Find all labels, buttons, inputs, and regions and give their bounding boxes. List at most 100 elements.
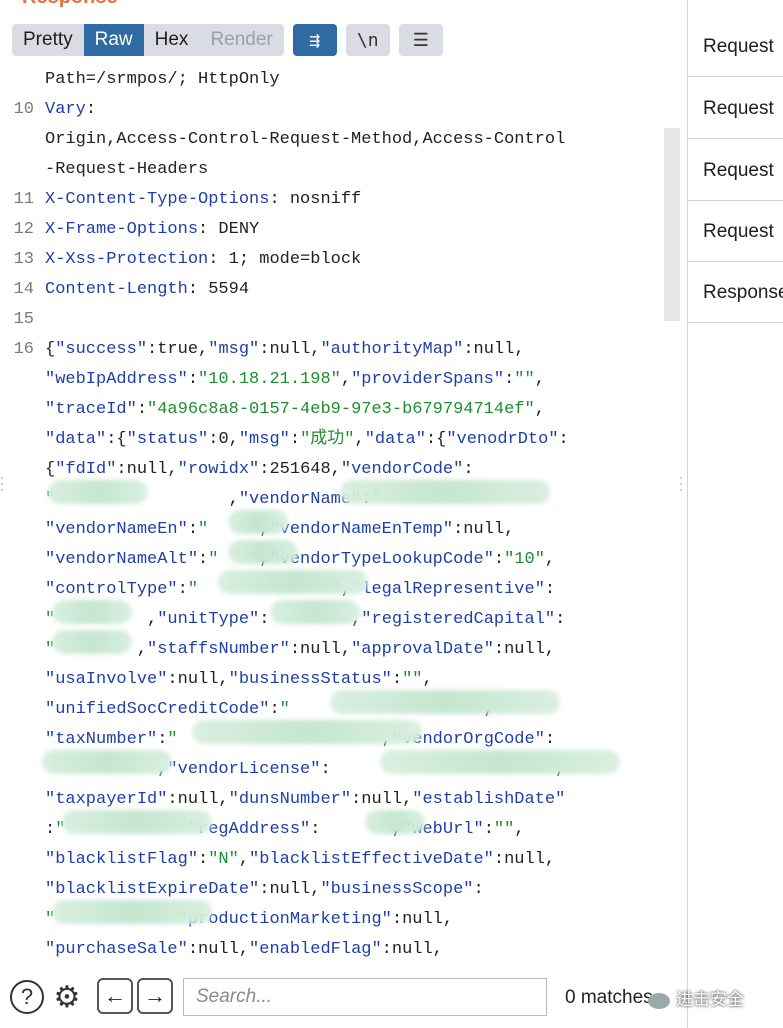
left-resize-grip-icon[interactable]: · · · (0, 471, 6, 496)
json-punct: :null, (259, 340, 321, 359)
redaction-blur (52, 630, 132, 654)
json-value: "10.18.21.198" (198, 370, 341, 389)
redaction-blur (52, 900, 212, 924)
search-settings-button[interactable]: ⚙ (50, 980, 84, 1014)
json-key: "taxNumber" (45, 730, 158, 749)
wrap-lines-button[interactable]: ⇶ (292, 24, 337, 56)
line-text: X-Content-Type-Options: nosniff (45, 185, 361, 215)
json-key: "unifiedSocCreditCode" (45, 700, 270, 719)
right-resize-grip-icon[interactable]: · · · (679, 471, 685, 496)
header-value: : 5594 (187, 280, 250, 299)
line-number: 15 (13, 310, 34, 329)
sidebar-item-request-4[interactable]: Request (688, 201, 783, 262)
json-value: "成功" (300, 430, 355, 449)
json-key: "venodrDto" (446, 430, 559, 449)
tab-pretty[interactable]: Pretty (12, 24, 84, 56)
json-punct: :null, (463, 340, 525, 359)
json-key: "providerSpans" (351, 370, 505, 389)
json-key: "approvalDate" (351, 640, 494, 659)
json-punct: , (340, 370, 352, 389)
json-value: " (167, 730, 178, 749)
header-value: : nosniff (269, 190, 362, 209)
json-value: "4a96c8a8-0157-4eb9-97e3-b679794714ef" (147, 400, 535, 419)
header-value: : (85, 100, 97, 119)
header-value: : DENY (198, 220, 260, 239)
tab-hex[interactable]: Hex (144, 24, 200, 56)
previous-match-button[interactable]: ← (97, 978, 133, 1014)
json-punct: : (198, 850, 209, 869)
search-bar: ? ⚙ ← → 0 matches (0, 974, 687, 1028)
json-punct: : (136, 400, 148, 419)
json-value: "" (402, 670, 423, 689)
json-key: "authorityMap" (320, 340, 464, 359)
json-key: "status" (126, 430, 209, 449)
sidebar-item-label: Request (703, 98, 774, 119)
response-body[interactable]: Path=/srmpos/; HttpOnly 10 Vary: Origin,Acc… (0, 64, 662, 970)
newline-icon: \n (356, 29, 379, 51)
json-punct: :null, (453, 520, 515, 539)
json-punct: :null, (187, 940, 250, 959)
json-punct: , (147, 610, 158, 629)
redaction-blur (270, 600, 360, 624)
json-punct: :0, (208, 430, 239, 449)
code-line: "webIpAddress":"10.18.21.198","providerS… (0, 365, 662, 395)
json-punct: : (187, 370, 199, 389)
json-punct: : (558, 430, 569, 449)
tab-raw[interactable]: Raw (83, 24, 144, 56)
view-mode-switch: Pretty Raw Hex Render (12, 24, 284, 56)
code-line: "data":{"status":0,"msg":"成功","data":{"v… (0, 425, 662, 455)
line-text: Path=/srmpos/; HttpOnly (45, 65, 280, 95)
json-punct: : (473, 880, 484, 899)
json-punct: :{ (106, 430, 127, 449)
sidebar-item-request-2[interactable]: Request (688, 78, 783, 139)
search-field[interactable] (183, 978, 547, 1016)
json-punct: :null, (116, 460, 178, 479)
tab-render[interactable]: Render (199, 24, 283, 56)
json-punct: :null, (381, 940, 443, 959)
sidebar-item-request-1[interactable]: Request (688, 16, 783, 77)
json-key: "dunsNumber" (228, 790, 352, 809)
json-punct: , (514, 820, 525, 839)
json-punct: :null, (289, 640, 352, 659)
options-menu-button[interactable]: ☰ (398, 24, 443, 56)
line-number: 16 (13, 340, 34, 359)
json-punct: :true, (147, 340, 209, 359)
search-input[interactable] (184, 979, 546, 1015)
sidebar-item-label: Response (703, 282, 783, 303)
wechat-logo-icon (648, 992, 670, 1009)
code-line: "usaInvolve":null,"businessStatus":"", (0, 665, 662, 695)
json-key: "unitType" (157, 610, 260, 629)
json-key: "vendorLicense" (167, 760, 321, 779)
json-key: "fdId" (55, 460, 117, 479)
match-count: 0 matches (565, 987, 653, 1008)
json-punct: { (45, 340, 56, 359)
code-line: 13 X-Xss-Protection: 1; mode=block (0, 245, 662, 275)
help-button[interactable]: ? (10, 980, 44, 1014)
sidebar-item-request-3[interactable]: Request (688, 140, 783, 201)
json-punct: :null, (167, 790, 229, 809)
json-key: "blacklistFlag" (45, 850, 199, 869)
json-value: "" (493, 820, 515, 839)
line-text: "webIpAddress":"10.18.21.198","providerS… (45, 365, 545, 395)
json-key: "rowidx" (177, 460, 260, 479)
gear-icon: ⚙ (53, 980, 81, 1014)
vertical-scrollbar[interactable] (664, 128, 680, 321)
line-number: 12 (13, 220, 34, 239)
json-punct: : (493, 550, 505, 569)
json-key: "legalRepresentive" (351, 580, 545, 599)
json-punct: :null, (351, 790, 413, 809)
json-key: "vendorNameAlt" (45, 550, 199, 569)
arrow-left-icon: ← (104, 983, 126, 1008)
json-punct: : (555, 610, 566, 629)
json-key: "businessScope" (320, 880, 474, 899)
redaction-blur (218, 570, 368, 594)
sidebar-item-label: Request (703, 160, 774, 181)
json-punct: : (544, 580, 556, 599)
next-match-button[interactable]: → (137, 978, 173, 1014)
sidebar-item-response[interactable]: Response (688, 262, 783, 323)
code-line: 12 X-Frame-Options: DENY (0, 215, 662, 245)
json-punct: : (463, 460, 474, 479)
show-newlines-button[interactable]: \n (345, 24, 390, 56)
header-value: Origin,Access-Control-Request-Method,Acc… (45, 130, 566, 149)
arrow-right-icon: → (144, 983, 166, 1008)
